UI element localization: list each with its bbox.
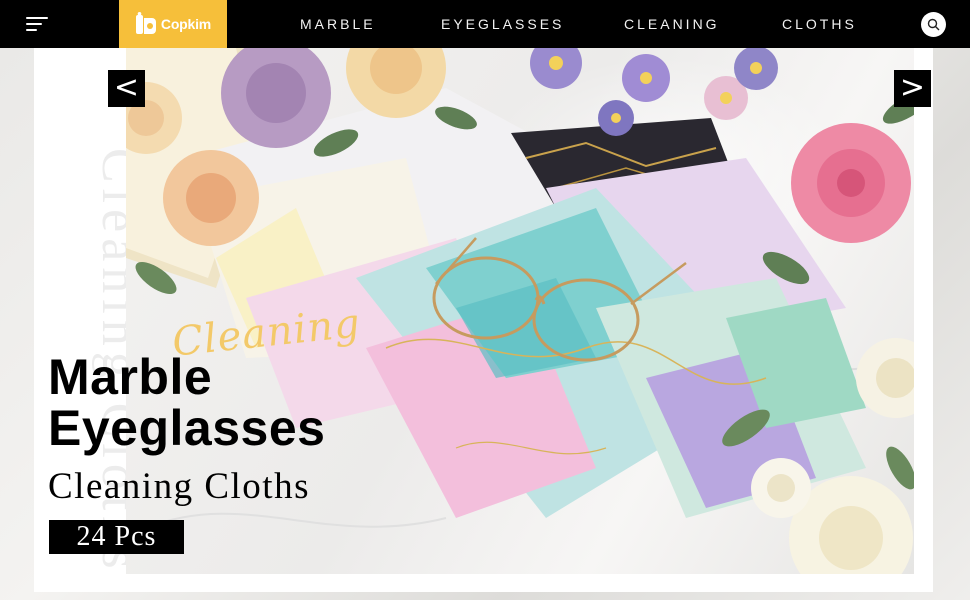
- copkim-logo-icon: [135, 12, 156, 34]
- pack-count-badge: 24 Pcs: [49, 520, 184, 554]
- hero-subheadline: Cleaning Cloths: [48, 466, 310, 507]
- carousel-next-button[interactable]: >: [894, 70, 931, 107]
- nav-link-marble[interactable]: MARBLE: [300, 16, 376, 32]
- nav-link-cleaning[interactable]: CLEANING: [624, 16, 720, 32]
- hamburger-menu-icon[interactable]: [26, 15, 50, 33]
- brand-name: Copkim: [160, 16, 212, 32]
- headline-line-2: Eyeglasses: [48, 400, 326, 456]
- carousel-prev-button[interactable]: <: [108, 70, 145, 107]
- nav-link-eyeglasses[interactable]: EYEGLASSES: [441, 16, 564, 32]
- nav-link-cloths[interactable]: CLOTHS: [782, 16, 857, 32]
- hero-headline: Marble Eyeglasses: [48, 352, 325, 454]
- search-button[interactable]: [921, 12, 946, 37]
- brand-logo[interactable]: Copkim: [119, 0, 227, 48]
- top-navigation-bar: Copkim MARBLE EYEGLASSES CLEANING CLOTHS: [0, 0, 970, 48]
- headline-line-1: Marble: [48, 349, 213, 405]
- search-icon: [927, 18, 940, 31]
